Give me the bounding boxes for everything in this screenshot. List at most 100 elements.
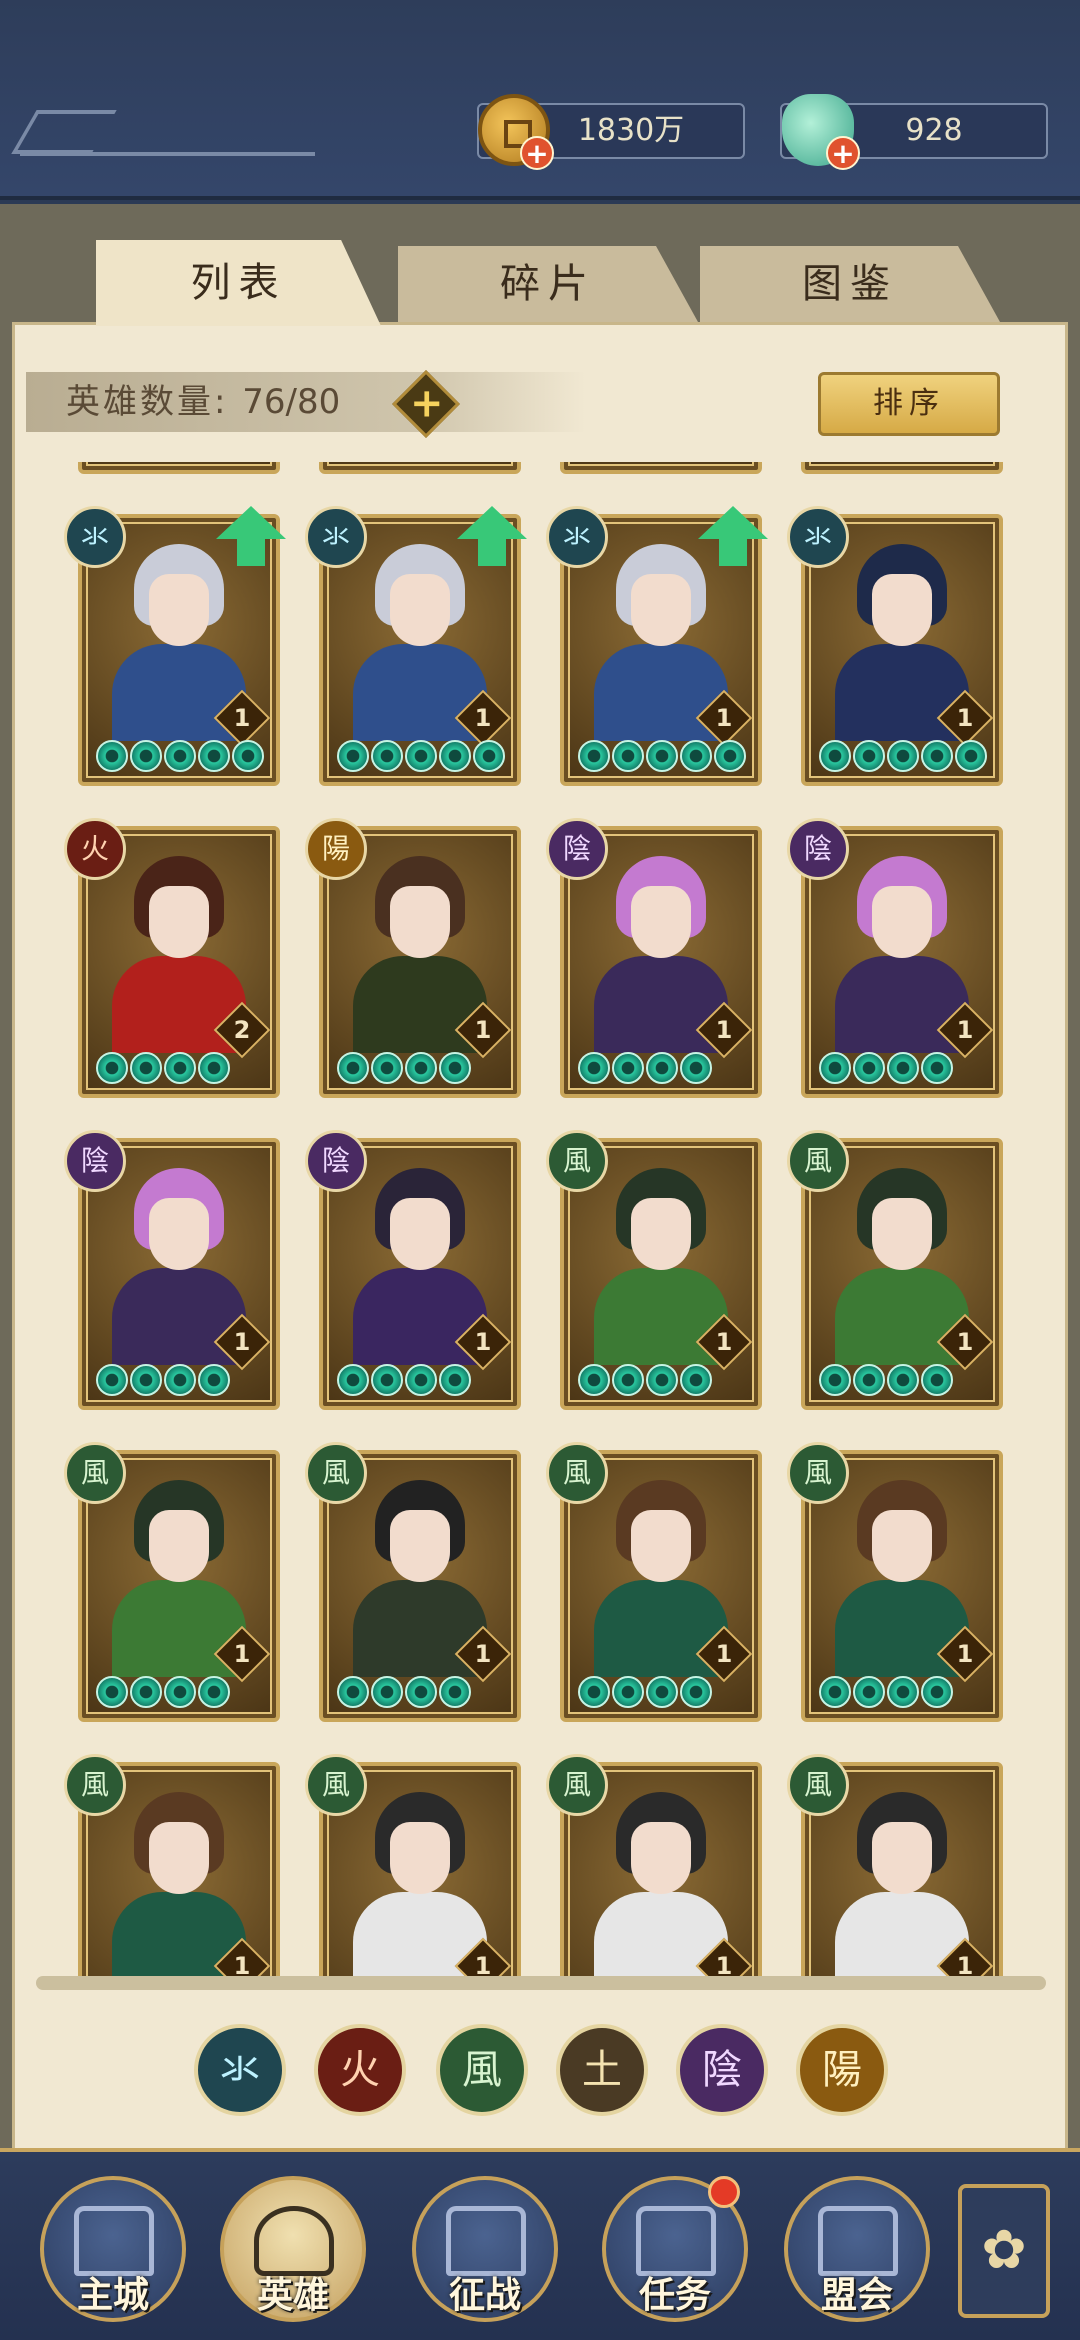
hero-face [390,1510,450,1582]
hero-face [390,1198,450,1270]
star-rank-icon [130,740,162,772]
water-element-icon: 氺 [64,506,126,568]
hero-stars [96,740,264,776]
yin-element-icon: 陰 [787,818,849,880]
star-rank-icon [371,1052,403,1084]
star-rank-icon [96,1052,128,1084]
hero-stars [96,1364,230,1400]
nav-label: 主城 [76,2275,149,2316]
water-element-icon: 氺 [546,506,608,568]
filter-yang-button[interactable]: 陽 [796,2024,888,2116]
plus-icon: + [409,380,444,427]
hero-face [631,1510,691,1582]
task-notification-dot [708,2176,740,2208]
water-element-icon: 氺 [305,506,367,568]
tab-fragments[interactable]: 碎片 [398,246,698,322]
wind-element-icon: 風 [787,1754,849,1816]
star-rank-icon [198,1052,230,1084]
hero-face [149,574,209,646]
wind-element-icon: 風 [546,1754,608,1816]
hero-level: 1 [474,1640,492,1668]
filter-fire-button[interactable]: 火 [314,2024,406,2116]
tab-list[interactable]: 列表 [96,240,381,326]
star-rank-icon [439,1364,471,1396]
star-rank-icon [921,740,953,772]
wind-element-icon: 風 [305,1442,367,1504]
flower-menu-icon[interactable]: ✿ [958,2184,1050,2318]
hero-face [631,574,691,646]
star-rank-icon [612,740,644,772]
hero-level: 1 [474,1328,492,1356]
hero-stars [819,740,987,776]
hero-level: 1 [233,1328,251,1356]
hero-stars [578,1364,712,1400]
header-divider [20,152,315,156]
hero-face [872,886,932,958]
wind-element-icon: 風 [64,1442,126,1504]
card-frame [327,462,513,466]
star-rank-icon [371,1676,403,1708]
hero-level: 1 [715,704,733,732]
hero-stars [578,1052,712,1088]
hero-level: 1 [233,704,251,732]
hero-level: 1 [715,1016,733,1044]
filter-water-button[interactable]: 氺 [194,2024,286,2116]
add-gold-button[interactable]: + [520,136,554,170]
cloud-pattern-icon [11,110,117,154]
star-rank-icon [96,740,128,772]
star-rank-icon [337,1364,369,1396]
hero-face [149,1822,209,1894]
star-rank-icon [337,1052,369,1084]
hero-stars [337,1676,471,1712]
hero-grid: 1氺1氺1氺1氺2火1陽1陰1陰1陰1陰1風1風1風1風1風1風1風1風1風1風 [60,462,1020,1982]
hero-card[interactable] [801,462,1003,474]
filter-earth-button[interactable]: 土 [556,2024,648,2116]
hero-face [390,886,450,958]
filter-wind-button[interactable]: 風 [436,2024,528,2116]
star-rank-icon [578,1364,610,1396]
wind-element-icon: 風 [787,1442,849,1504]
star-rank-icon [921,1676,953,1708]
add-jade-button[interactable]: + [826,136,860,170]
star-rank-icon [819,1052,851,1084]
star-rank-icon [130,1676,162,1708]
hero-count-label: 英雄数量: [66,382,229,422]
filter-yin-button[interactable]: 陰 [676,2024,768,2116]
star-rank-icon [819,1676,851,1708]
hero-face [390,1822,450,1894]
star-rank-icon [578,1676,610,1708]
hero-face [872,1510,932,1582]
star-rank-icon [198,740,230,772]
wind-element-icon: 風 [546,1442,608,1504]
star-rank-icon [612,1364,644,1396]
wind-element-icon: 風 [305,1754,367,1816]
star-rank-icon [853,740,885,772]
card-frame [86,462,272,466]
sort-button[interactable]: 排序 [818,372,1000,436]
hero-card[interactable] [319,462,521,474]
hero-card[interactable] [78,462,280,474]
star-rank-icon [232,740,264,772]
star-rank-icon [955,740,987,772]
star-rank-icon [405,1052,437,1084]
hero-stars [819,1364,953,1400]
nav-label: 征战 [448,2275,521,2316]
hero-face [631,886,691,958]
star-rank-icon [405,1364,437,1396]
hero-stars [337,740,505,776]
star-rank-icon [921,1052,953,1084]
tab-collection[interactable]: 图鉴 [700,246,1000,322]
hero-card[interactable] [560,462,762,474]
star-rank-icon [887,1364,919,1396]
hero-level: 1 [956,704,974,732]
hero-level: 1 [233,1640,251,1668]
hero-face [872,1198,932,1270]
star-rank-icon [646,1364,678,1396]
hero-face [872,1822,932,1894]
star-rank-icon [439,1052,471,1084]
star-rank-icon [130,1052,162,1084]
star-rank-icon [887,1676,919,1708]
star-rank-icon [921,1364,953,1396]
star-rank-icon [819,1364,851,1396]
star-rank-icon [680,1052,712,1084]
